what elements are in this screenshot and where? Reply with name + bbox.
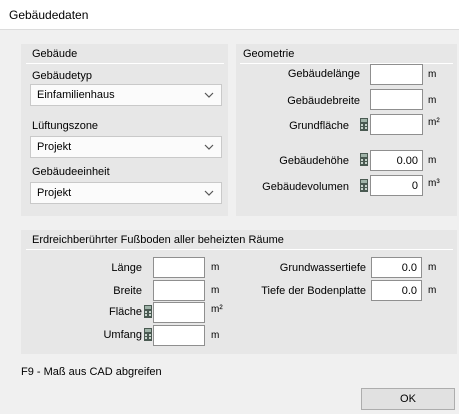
floor-area2-input[interactable] [153, 302, 205, 323]
building-height-label: Gebäudehöhe [279, 155, 349, 167]
floor-perimeter-input[interactable] [153, 325, 205, 346]
building-type-select[interactable]: Einfamilienhaus [30, 84, 222, 106]
cad-hint: F9 - Maß aus CAD abgreifen [21, 366, 162, 378]
floor-area2-unit: m² [211, 304, 223, 315]
chevron-down-icon [204, 190, 214, 196]
calculator-icon[interactable] [360, 153, 368, 166]
building-length-label: Gebäudelänge [287, 68, 360, 80]
groundwater-unit: m [428, 262, 437, 273]
floor-area-unit: m² [428, 117, 440, 128]
slab-depth-unit: m [428, 285, 437, 296]
floor-area-input[interactable] [370, 114, 423, 135]
slab-depth-label: Tiefe der Bodenplatte [261, 285, 366, 297]
building-width-label: Gebäudebreite [287, 95, 360, 107]
chevron-down-icon [204, 144, 214, 150]
groundwater-label: Grundwassertiefe [279, 262, 366, 274]
building-length-input[interactable] [370, 64, 423, 85]
building-length-unit: m [428, 69, 437, 80]
building-unit-label: Gebäudeeinheit [32, 166, 110, 178]
window-title: Gebäudedaten [9, 8, 89, 22]
building-header: Gebäude [32, 48, 78, 60]
floor-width-unit: m [211, 285, 220, 296]
building-width-unit: m [428, 95, 437, 106]
ok-button[interactable]: OK [361, 388, 455, 410]
floor-length-unit: m [211, 262, 220, 273]
ventilation-zone-select[interactable]: Projekt [30, 136, 222, 158]
calculator-icon[interactable] [360, 179, 368, 192]
floor-header: Erdreichberührter Fußboden aller beheizt… [32, 234, 284, 246]
ventilation-zone-label: Lüftungszone [32, 120, 99, 132]
building-type-label: Gebäudetyp [32, 70, 92, 82]
calculator-icon[interactable] [360, 118, 368, 131]
floor-area2-label: Fläche [108, 306, 142, 318]
building-height-input[interactable]: 0.00 [370, 150, 423, 171]
slab-depth-input[interactable]: 0.0 [371, 280, 422, 301]
geometry-header: Geometrie [243, 48, 295, 60]
ventilation-zone-value: Projekt [37, 141, 72, 153]
floor-length-label: Länge [111, 262, 142, 274]
building-width-input[interactable] [370, 89, 423, 110]
building-volume-unit: m³ [428, 178, 440, 189]
floor-length-input[interactable] [153, 257, 205, 278]
building-unit-value: Projekt [37, 187, 72, 199]
floor-perimeter-label: Umfang [103, 329, 142, 341]
chevron-down-icon [204, 92, 214, 98]
calculator-icon[interactable] [144, 328, 152, 341]
building-divider [26, 63, 224, 64]
floor-width-input[interactable] [153, 280, 205, 301]
building-type-value: Einfamilienhaus [37, 89, 115, 101]
building-volume-label: Gebäudevolumen [262, 181, 349, 193]
building-unit-select[interactable]: Projekt [30, 182, 222, 204]
floor-perimeter-unit: m [211, 330, 220, 341]
building-volume-input[interactable]: 0 [370, 175, 423, 196]
calculator-icon[interactable] [144, 305, 152, 318]
floor-divider [26, 249, 453, 250]
floor-width-label: Breite [113, 285, 142, 297]
groundwater-input[interactable]: 0.0 [371, 257, 422, 278]
building-height-unit: m [428, 155, 437, 166]
floor-area-label: Grundfläche [289, 120, 349, 132]
